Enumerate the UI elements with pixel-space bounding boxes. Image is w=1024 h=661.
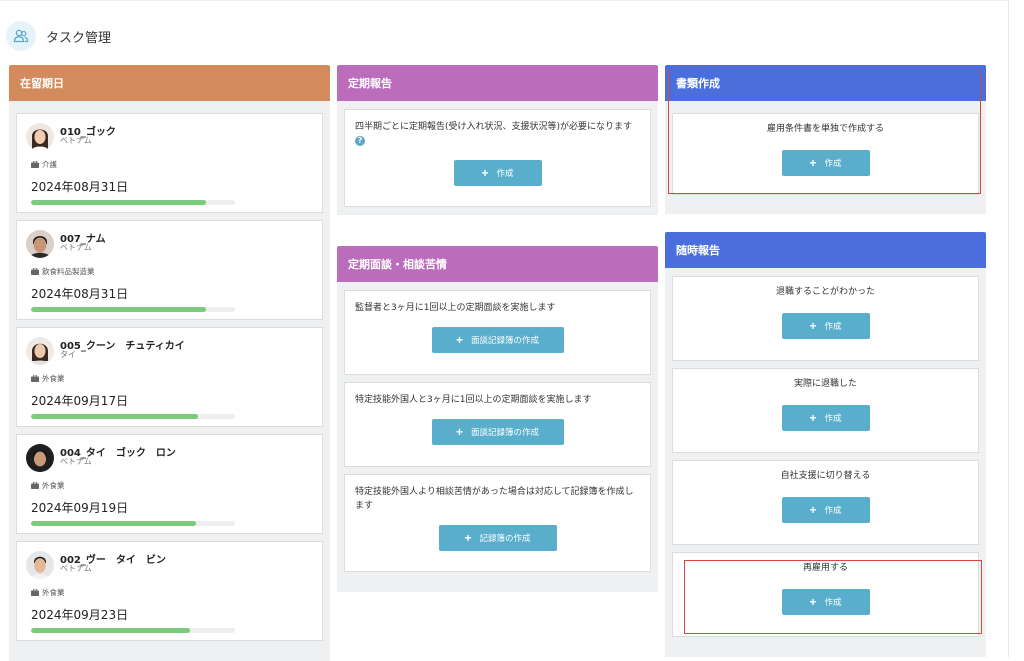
highlight-box-documents bbox=[668, 71, 981, 194]
interview-record-create-button[interactable]: + 面談記録簿の作成 bbox=[431, 419, 564, 445]
adhoc-report-header: 随時報告 bbox=[665, 232, 986, 268]
person-industry: 介護 bbox=[31, 159, 57, 170]
users-icon bbox=[6, 21, 36, 51]
interview-column: 定期面談・相談苦情 監督者と3ヶ月に1回以上の定期面談を実施します + 面談記録… bbox=[337, 246, 658, 592]
progress-fill bbox=[31, 628, 191, 633]
adhoc-create-button[interactable]: + 作成 bbox=[781, 405, 870, 431]
person-industry: 外食業 bbox=[31, 587, 65, 598]
adhoc-report-title: 随時報告 bbox=[676, 244, 720, 257]
briefcase-icon bbox=[31, 268, 39, 275]
plus-icon: + bbox=[455, 333, 463, 347]
plus-icon: + bbox=[455, 425, 463, 439]
adhoc-create-button[interactable]: + 作成 bbox=[781, 313, 870, 339]
task-description: 実際に退職した bbox=[793, 379, 857, 389]
regular-report-title: 定期報告 bbox=[348, 77, 392, 90]
plus-icon: + bbox=[809, 411, 817, 425]
avatar bbox=[26, 444, 54, 472]
person-nationality: ベトナム bbox=[60, 564, 92, 573]
person-card[interactable]: 005_クーン チュティカイ タイ 外食業 2024年09月17日 bbox=[16, 327, 323, 427]
interview-record-create-button[interactable]: + 面談記録簿の作成 bbox=[431, 327, 564, 353]
briefcase-icon bbox=[31, 161, 39, 168]
plus-icon: + bbox=[481, 166, 489, 180]
highlight-box-rehire bbox=[684, 560, 982, 634]
interview-body: 監督者と3ヶ月に1回以上の定期面談を実施します + 面談記録簿の作成 特定技能外… bbox=[337, 282, 658, 592]
briefcase-icon bbox=[31, 482, 39, 489]
person-nationality: ベトナム bbox=[60, 136, 92, 145]
residence-column: 在留期日 010_ゴック ベトナム 介護 2024年08月31日 007_ナム … bbox=[9, 65, 330, 661]
progress-fill bbox=[31, 414, 199, 419]
person-card[interactable]: 010_ゴック ベトナム 介護 2024年08月31日 bbox=[16, 113, 323, 213]
task-description: 特定技能外国人と3ヶ月に1回以上の定期面談を実施します bbox=[355, 395, 592, 405]
help-icon[interactable]: ? bbox=[355, 136, 365, 146]
residence-column-header: 在留期日 bbox=[9, 65, 330, 101]
briefcase-icon bbox=[31, 589, 39, 596]
regular-report-header: 定期報告 bbox=[337, 65, 658, 101]
person-card[interactable]: 002_ヴー タイ ビン ベトナム 外食業 2024年09月23日 bbox=[16, 541, 323, 641]
avatar bbox=[26, 551, 54, 579]
avatar bbox=[26, 123, 54, 151]
progress-bar bbox=[31, 628, 235, 633]
regular-report-column: 定期報告 四半期ごとに定期報告(受け入れ状況、支援状況等)が必要になります ? … bbox=[337, 65, 658, 215]
person-nationality: ベトナム bbox=[60, 243, 92, 252]
regular-report-card: 四半期ごとに定期報告(受け入れ状況、支援状況等)が必要になります ? + 作成 bbox=[344, 109, 651, 207]
residence-expiry-date: 2024年08月31日 bbox=[31, 287, 129, 301]
progress-bar bbox=[31, 414, 235, 419]
regular-report-text: 四半期ごとに定期報告(受け入れ状況、支援状況等)が必要になります ? bbox=[355, 122, 633, 146]
person-card[interactable]: 007_ナム ベトナム 飲食料品製造業 2024年08月31日 bbox=[16, 220, 323, 320]
person-nationality: タイ bbox=[60, 350, 76, 359]
progress-bar bbox=[31, 307, 235, 312]
plus-icon: + bbox=[809, 319, 817, 333]
residence-expiry-date: 2024年09月17日 bbox=[31, 394, 129, 408]
progress-bar bbox=[31, 521, 235, 526]
person-industry: 飲食料品製造業 bbox=[31, 266, 95, 277]
adhoc-task-card: 退職することがわかった + 作成 bbox=[672, 276, 979, 361]
adhoc-create-button[interactable]: + 作成 bbox=[781, 497, 870, 523]
interview-task-card: 特定技能外国人と3ヶ月に1回以上の定期面談を実施します + 面談記録簿の作成 bbox=[344, 382, 651, 467]
page-title: タスク管理 bbox=[46, 31, 112, 46]
person-name: 005_クーン チュティカイ bbox=[60, 341, 185, 352]
task-description: 自社支援に切り替える bbox=[780, 471, 871, 481]
task-description: 特定技能外国人より相談苦情があった場合は対応して記録簿を作成します bbox=[355, 487, 634, 511]
complaint-record-create-button[interactable]: + 記録簿の作成 bbox=[438, 525, 557, 551]
person-nationality: ベトナム bbox=[60, 457, 92, 466]
progress-bar bbox=[31, 200, 235, 205]
adhoc-task-card: 自社支援に切り替える + 作成 bbox=[672, 460, 979, 545]
residence-column-title: 在留期日 bbox=[20, 77, 64, 90]
progress-fill bbox=[31, 200, 207, 205]
residence-expiry-date: 2024年09月19日 bbox=[31, 501, 129, 515]
briefcase-icon bbox=[31, 375, 39, 382]
interview-title: 定期面談・相談苦情 bbox=[348, 258, 447, 271]
person-industry: 外食業 bbox=[31, 480, 65, 491]
plus-icon: + bbox=[464, 531, 472, 545]
residence-list: 010_ゴック ベトナム 介護 2024年08月31日 007_ナム ベトナム … bbox=[9, 101, 330, 661]
plus-icon: + bbox=[809, 503, 817, 517]
residence-expiry-date: 2024年08月31日 bbox=[31, 180, 129, 194]
task-description: 監督者と3ヶ月に1回以上の定期面談を実施します bbox=[355, 303, 556, 313]
avatar bbox=[26, 337, 54, 365]
avatar bbox=[26, 230, 54, 258]
task-description: 退職することがわかった bbox=[775, 287, 875, 297]
page: タスク管理 在留期日 010_ゴック ベトナム 介護 2024年08月31日 0… bbox=[0, 0, 1009, 661]
adhoc-task-card: 実際に退職した + 作成 bbox=[672, 368, 979, 453]
progress-fill bbox=[31, 307, 207, 312]
person-card[interactable]: 004_タイ ゴック ロン ベトナム 外食業 2024年09月19日 bbox=[16, 434, 323, 534]
residence-expiry-date: 2024年09月23日 bbox=[31, 608, 129, 622]
progress-fill bbox=[31, 521, 197, 526]
regular-report-create-button[interactable]: + 作成 bbox=[453, 160, 542, 186]
complaint-task-card: 特定技能外国人より相談苦情があった場合は対応して記録簿を作成します + 記録簿の… bbox=[344, 474, 651, 572]
page-header: タスク管理 bbox=[0, 0, 1008, 63]
interview-header: 定期面談・相談苦情 bbox=[337, 246, 658, 282]
person-industry: 外食業 bbox=[31, 373, 65, 384]
interview-task-card: 監督者と3ヶ月に1回以上の定期面談を実施します + 面談記録簿の作成 bbox=[344, 290, 651, 375]
regular-report-body: 四半期ごとに定期報告(受け入れ状況、支援状況等)が必要になります ? + 作成 bbox=[337, 101, 658, 215]
